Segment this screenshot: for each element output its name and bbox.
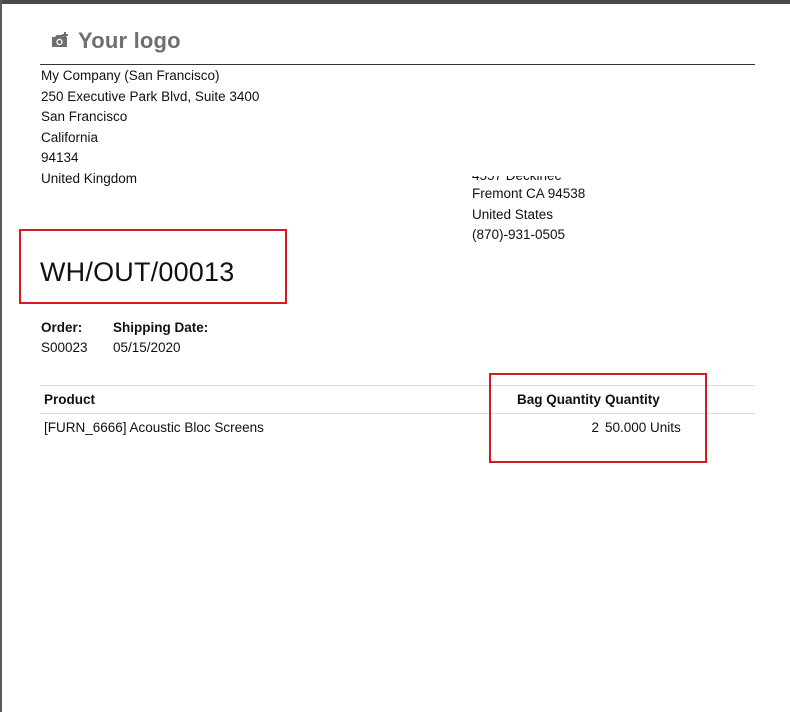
order-label: Order: xyxy=(41,320,83,335)
company-city: San Francisco xyxy=(41,109,128,124)
delivery-phone: (870)-931-0505 xyxy=(472,227,566,242)
logo-text: Your logo xyxy=(78,28,181,53)
header-divider xyxy=(40,64,755,65)
company-name: My Company (San Francisco) xyxy=(41,68,220,83)
shipping-date-value: 05/15/2020 xyxy=(113,340,181,355)
shipping-date-info: Shipping Date: 05/15/2020 xyxy=(113,318,208,358)
company-address: My Company (San Francisco) 250 Executive… xyxy=(41,66,341,189)
camera-add-icon xyxy=(50,31,70,51)
quantity-highlight-box xyxy=(489,373,707,463)
company-country: United Kingdom xyxy=(41,170,138,186)
delivery-city-line: Fremont CA 94538 xyxy=(472,186,586,201)
product-column-header: Product xyxy=(44,392,96,407)
order-value: S00023 xyxy=(41,340,88,355)
delivery-address-cutoff-text: 4557 Deckinec xyxy=(472,176,561,184)
order-info: Order: S00023 xyxy=(41,318,88,358)
company-state: California xyxy=(41,129,99,145)
left-border xyxy=(0,0,2,712)
company-zip: 94134 xyxy=(41,150,79,165)
shipping-date-label: Shipping Date: xyxy=(113,320,209,335)
delivery-address-cutoff-line: 4557 Deckinec xyxy=(472,176,722,184)
delivery-address: 4557 Deckinec Fremont CA 94538 United St… xyxy=(472,176,722,256)
top-border xyxy=(0,0,790,4)
delivery-country: United States xyxy=(472,206,554,222)
product-cell: [FURN_6666] Acoustic Bloc Screens xyxy=(44,420,264,435)
company-street: 250 Executive Park Blvd, Suite 3400 xyxy=(41,88,260,104)
number-highlight-box xyxy=(19,229,287,304)
company-logo: Your logo xyxy=(50,27,181,55)
